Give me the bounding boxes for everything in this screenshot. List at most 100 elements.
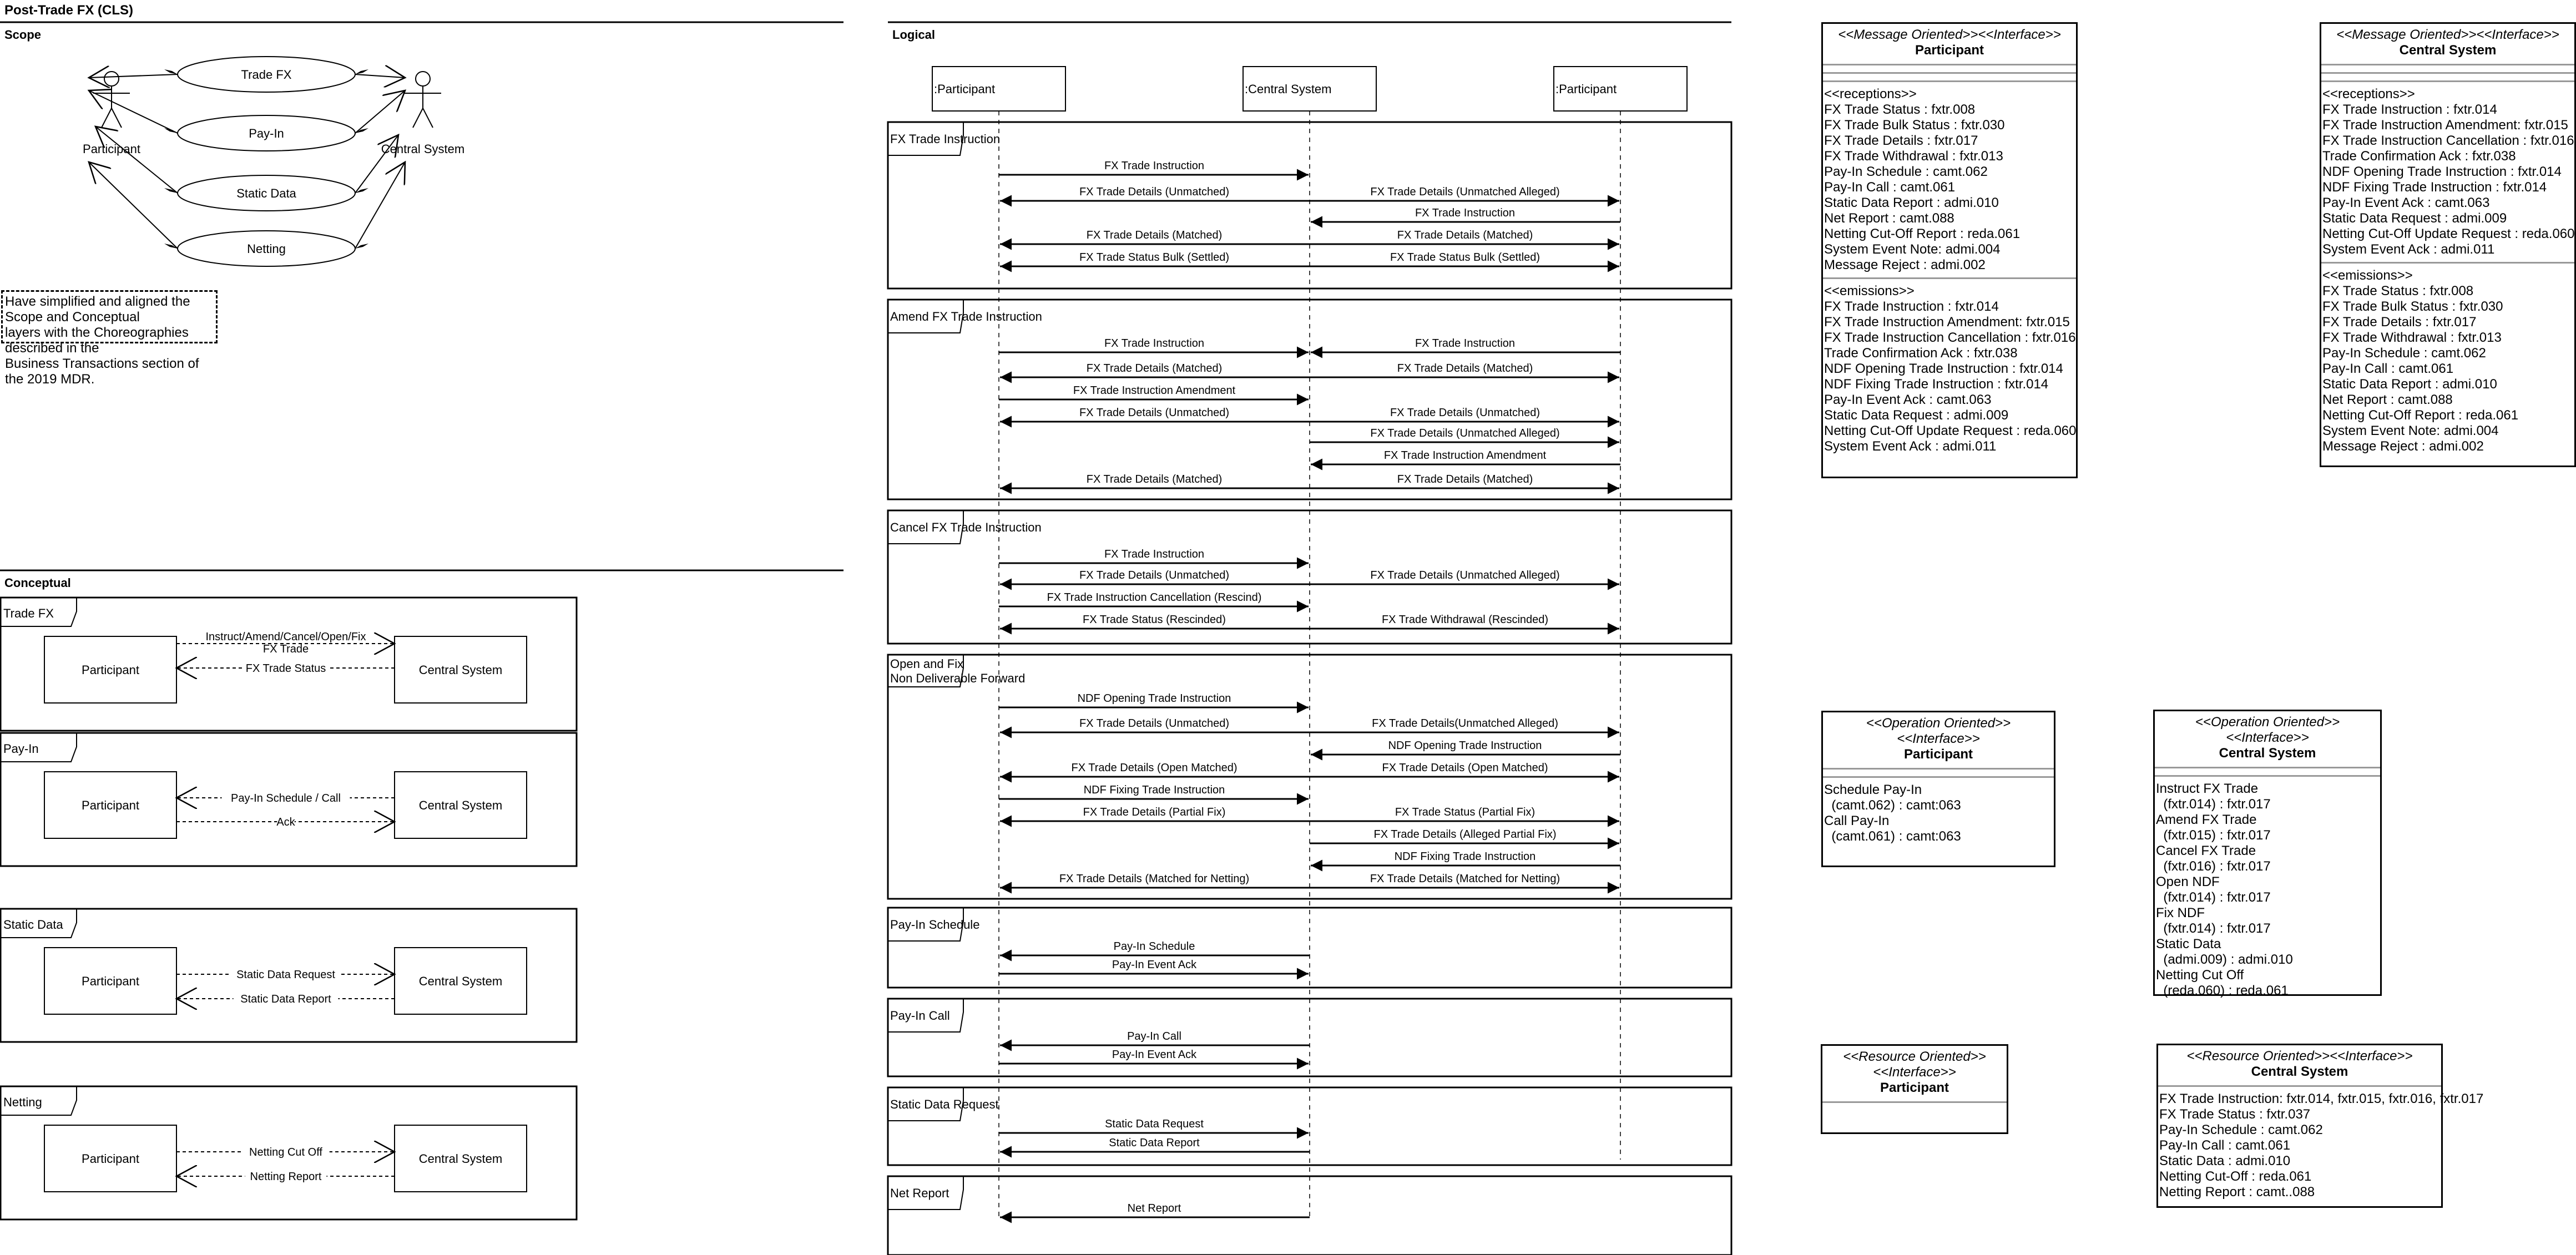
message-arrow[interactable]: FX Trade Details (Matched for Netting) <box>1310 873 1619 894</box>
message-arrow[interactable]: FX Trade Details (Unmatched Alleged) <box>1310 186 1619 207</box>
message-label: FX Trade Details (Unmatched) <box>1079 186 1229 198</box>
central-system-block[interactable]: Central System <box>394 636 527 704</box>
message-arrow[interactable]: FX Trade Details(Unmatched Alleged) <box>1310 717 1619 738</box>
message-arrow[interactable]: NDF Opening Trade Instruction <box>999 692 1309 713</box>
message-label: FX Trade Details (Unmatched) <box>1079 569 1229 581</box>
frame-title: FX Trade Instruction <box>890 132 1000 146</box>
message-arrow[interactable]: FX Trade Details (Matched) <box>1000 473 1310 494</box>
list-item: Call Pay-In <box>1824 813 1890 828</box>
message-arrow[interactable]: FX Trade Instruction <box>999 337 1309 358</box>
message-arrow[interactable]: FX Trade Details (Unmatched) <box>1310 407 1619 428</box>
receptions-list: <<receptions>> FX Trade Status : fxtr.008… <box>1823 82 2076 277</box>
message-arrow[interactable]: NDF Opening Trade Instruction <box>1311 740 1620 761</box>
list-item: Net Report : camt.088 <box>2322 392 2453 407</box>
message-arrow[interactable]: FX Trade Details (Matched for Netting) <box>1000 873 1310 894</box>
conceptual-frame-pay-in[interactable]: Pay-In Participant Central System Pay-In Sc… <box>0 732 578 867</box>
message-arrow[interactable]: FX Trade Instruction Amendment <box>999 384 1309 406</box>
message-arrow[interactable]: FX Trade Details (Matched) <box>1310 229 1619 250</box>
message-arrow[interactable]: FX Trade Details (Matched) <box>1000 362 1310 383</box>
emissions-list: <<emissions>> FX Trade Instruction : fxtr… <box>1823 279 2077 459</box>
central-system-block[interactable]: Central System <box>394 1125 527 1192</box>
list-item: NDF Fixing Trade Instruction : fxtr.014 <box>1824 377 2049 392</box>
message-arrow[interactable]: FX Trade Details (Unmatched) <box>1000 407 1310 428</box>
message-arrow[interactable]: FX Trade Status (Partial Fix) <box>1310 806 1619 827</box>
list-item: Pay-In Call : camt.061 <box>2322 361 2454 376</box>
interface-name: Central System <box>2399 43 2497 58</box>
actor-label: Participant <box>83 142 140 156</box>
use-case-trade-fx[interactable]: Trade FX <box>89 56 405 93</box>
message-label: Net Report <box>1128 1202 1181 1214</box>
list-item: (fxtr.014) : fxtr.017 <box>2156 921 2271 936</box>
message-arrow[interactable]: Static Data Report <box>1000 1137 1310 1158</box>
participant-block[interactable]: Participant <box>44 947 177 1015</box>
message-arrow[interactable]: FX Trade Details (Alleged Partial Fix) <box>1310 828 1619 849</box>
message-arrow[interactable]: Pay-In Schedule <box>1000 940 1310 962</box>
message-arrow[interactable]: Static Data Request <box>999 1118 1309 1139</box>
message-arrow[interactable]: FX Trade Details (Unmatched) <box>1000 186 1310 207</box>
message-arrow[interactable]: FX Trade Details (Unmatched) <box>1000 717 1310 738</box>
message-arrow[interactable]: NDF Fixing Trade Instruction <box>999 784 1309 805</box>
central-system-block[interactable]: Central System <box>394 771 527 839</box>
message-label: FX Trade Details (Matched for Netting) <box>1370 873 1560 885</box>
message-interface-participant[interactable]: <<Message Oriented>><<Interface>> Partici… <box>1821 22 2078 478</box>
message-arrow[interactable]: FX Trade Instruction Amendment <box>1311 449 1620 470</box>
message-label: FX Trade Details (Partial Fix) <box>1083 806 1226 818</box>
message-arrow[interactable]: FX Trade Withdrawal (Rescinded) <box>1310 614 1619 635</box>
list-item: FX Trade Withdrawal : fxtr.013 <box>2322 330 2502 345</box>
conceptual-frame-trade-fx[interactable]: Trade FX Participant Central System Instruc… <box>0 596 578 732</box>
message-label: FX Trade Details (Matched) <box>1087 229 1223 241</box>
message-arrow[interactable]: FX Trade Instruction <box>999 160 1309 181</box>
message-arrow[interactable]: FX Trade Instruction <box>1311 207 1620 228</box>
message-arrow[interactable]: FX Trade Instruction <box>999 548 1309 569</box>
lifeline-participant-3[interactable]: :Participant <box>1553 66 1688 1160</box>
list-item: Pay-In Schedule : camt.062 <box>2159 1122 2323 1137</box>
message-label: Static Data Request <box>1105 1118 1204 1130</box>
message-label: FX Trade Details (Unmatched) <box>1079 717 1229 730</box>
resource-interface-participant[interactable]: <<Resource Oriented>><<Interface>> Partic… <box>1821 1044 2008 1134</box>
message-interface-central-system[interactable]: <<Message Oriented>><<Interface>> Central… <box>2320 22 2576 467</box>
message-arrow[interactable]: FX Trade Details (Unmatched Alleged) <box>1310 427 1619 448</box>
participant-block[interactable]: Participant <box>44 771 177 839</box>
message-arrow[interactable]: FX Trade Details (Unmatched) <box>1000 569 1310 590</box>
compartment-list: FX Trade Instruction: fxtr.014, fxtr.015… <box>2158 1087 2483 1205</box>
message-arrow[interactable]: FX Trade Details (Matched) <box>1000 229 1310 250</box>
message-arrow[interactable]: FX Trade Instruction Cancellation (Resci… <box>999 591 1309 613</box>
actor-head-icon <box>415 71 431 87</box>
block-label: Participant <box>82 974 139 988</box>
message-arrow[interactable]: FX Trade Status Bulk (Settled) <box>1000 251 1310 272</box>
participant-block[interactable]: Participant <box>44 636 177 704</box>
message-arrow[interactable]: FX Trade Status Bulk (Settled) <box>1310 251 1619 272</box>
conceptual-frame-static-data[interactable]: Static Data Participant Central System Stat… <box>0 908 578 1043</box>
message-arrow[interactable]: FX Trade Details (Matched) <box>1310 362 1619 383</box>
participant-block[interactable]: Participant <box>44 1125 177 1192</box>
message-arrow[interactable]: FX Trade Details (Open Matched) <box>1310 762 1619 783</box>
list-item: Netting Cut-Off Report : reda.061 <box>1824 226 2021 241</box>
message-arrow[interactable]: NDF Fixing Trade Instruction <box>1311 851 1620 872</box>
actor-central-system[interactable]: Central System <box>381 71 464 156</box>
list-item: (camt.061) : camt:063 <box>1824 829 1961 844</box>
message-arrow[interactable]: FX Trade Details (Unmatched Alleged) <box>1310 569 1619 590</box>
message-arrow[interactable]: FX Trade Details (Partial Fix) <box>1000 806 1310 827</box>
conceptual-frame-netting[interactable]: Netting Participant Central System Netting … <box>0 1085 578 1221</box>
resource-interface-central-system[interactable]: <<Resource Oriented>><<Interface>> Centra… <box>2156 1044 2483 1208</box>
interface-header: <<Message Oriented>><<Interface>> Central… <box>2321 24 2574 64</box>
scope-note: Have simplified and aligned the Scope an… <box>1 290 218 387</box>
message-arrow[interactable]: FX Trade Status (Rescinded) <box>1000 614 1310 635</box>
message-label: FX Trade Details (Unmatched) <box>1079 407 1229 419</box>
message-arrow[interactable]: FX Trade Instruction <box>1311 337 1620 358</box>
list-item: Schedule Pay-In <box>1824 782 1922 797</box>
frame-title: Netting <box>3 1095 42 1109</box>
message-arrow[interactable]: FX Trade Details (Matched) <box>1310 473 1619 494</box>
operation-interface-participant[interactable]: <<Operation Oriented>><<Interface>> Parti… <box>1821 711 2055 867</box>
central-system-block[interactable]: Central System <box>394 947 527 1015</box>
message-arrow[interactable]: Pay-In Event Ack <box>999 1049 1309 1070</box>
message-arrow[interactable]: Net Report <box>1000 1202 1310 1223</box>
list-item: (fxtr.014) : fxtr.017 <box>2156 797 2271 812</box>
list-item: Net Report : camt.088 <box>1824 211 1954 226</box>
compartment-list: Schedule Pay-In (camt.062) : camt:063 Cal… <box>1823 778 2054 849</box>
message-arrow[interactable]: Pay-In Event Ack <box>999 959 1309 980</box>
message-arrow[interactable]: FX Trade Details (Open Matched) <box>1000 762 1310 783</box>
actor-participant[interactable]: Participant <box>83 71 140 156</box>
operation-interface-central-system[interactable]: <<Operation Oriented>><<Interface>> Centr… <box>2153 710 2382 998</box>
message-arrow[interactable]: Pay-In Call <box>1000 1030 1310 1051</box>
